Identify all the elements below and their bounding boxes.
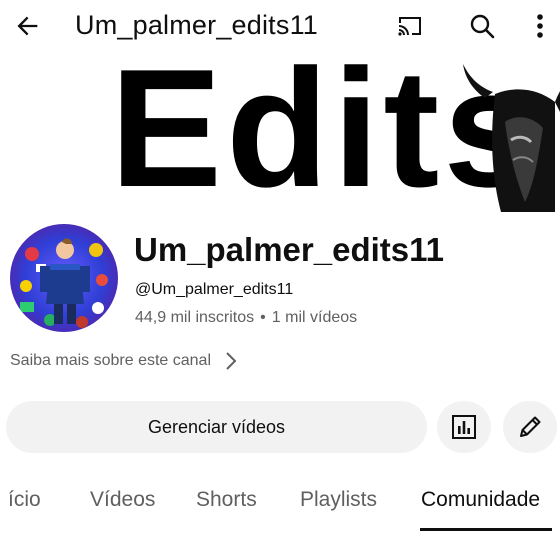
page-title: Um_palmer_edits11 — [75, 10, 319, 40]
channel-tabs: ício Vídeos Shorts Playlists Comunidade — [0, 478, 560, 531]
bull-head-icon — [463, 64, 560, 212]
search-button[interactable] — [460, 6, 504, 46]
back-button[interactable] — [8, 6, 48, 46]
avatar-image — [10, 224, 118, 332]
chevron-right-icon — [225, 351, 237, 371]
analytics-button[interactable] — [437, 401, 491, 453]
search-icon — [470, 14, 495, 39]
tab-community[interactable]: Comunidade — [421, 478, 540, 522]
analytics-icon — [452, 415, 476, 439]
cast-icon — [398, 17, 421, 36]
channel-stats: 44,9 mil inscritos • 1 mil vídeos — [135, 308, 357, 328]
stats-separator: • — [260, 309, 266, 326]
more-about-label: Saiba mais sobre este canal — [10, 352, 211, 369]
subscriber-count: 44,9 mil inscritos — [135, 309, 255, 326]
tab-videos[interactable]: Vídeos — [90, 478, 155, 522]
cast-button[interactable] — [388, 6, 432, 46]
active-tab-indicator — [420, 528, 552, 531]
back-arrow-icon — [17, 16, 38, 36]
channel-handle: @Um_palmer_edits11 — [135, 281, 294, 298]
edit-channel-button[interactable] — [503, 401, 557, 453]
more-options-button[interactable] — [520, 6, 560, 46]
tab-home[interactable]: ício — [8, 478, 41, 522]
channel-avatar[interactable] — [10, 224, 118, 332]
channel-banner: Edits — [0, 52, 560, 217]
video-count: 1 mil vídeos — [271, 309, 358, 326]
channel-name: Um_palmer_edits11 — [134, 231, 445, 268]
top-app-bar: Um_palmer_edits11 — [0, 0, 560, 52]
tab-playlists[interactable]: Playlists — [300, 478, 377, 522]
pencil-icon — [520, 416, 541, 437]
tab-shorts[interactable]: Shorts — [196, 478, 257, 522]
more-about-channel-link[interactable]: Saiba mais sobre este canal — [10, 348, 237, 374]
more-vert-icon — [537, 14, 543, 38]
manage-videos-button[interactable]: Gerenciar vídeos — [6, 401, 427, 453]
